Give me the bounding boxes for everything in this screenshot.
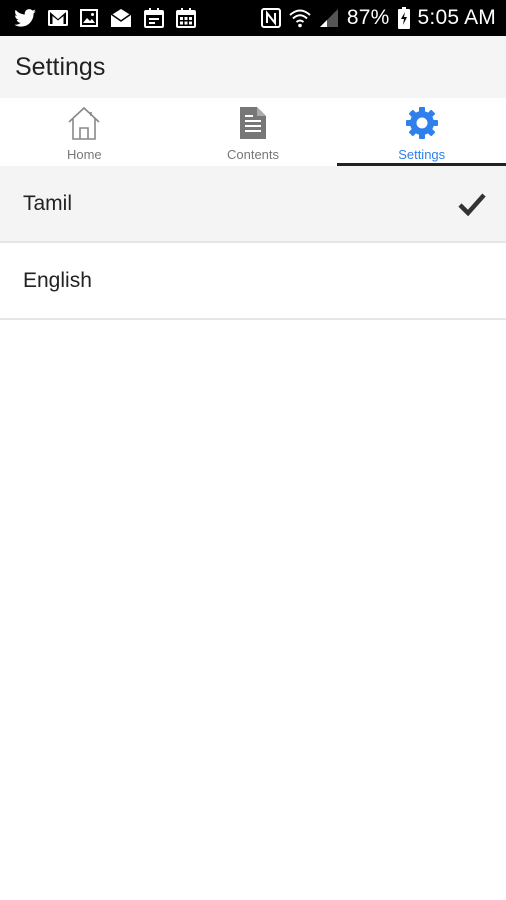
- twitter-icon: [14, 9, 36, 27]
- nfc-icon: [260, 8, 281, 28]
- language-list: Tamil English: [0, 166, 506, 320]
- list-item-label: Tamil: [23, 191, 73, 215]
- signal-icon: [319, 8, 339, 28]
- wifi-icon: [289, 8, 311, 28]
- document-icon: [238, 103, 268, 143]
- calendar-icon: [144, 8, 164, 28]
- status-system: 87% 5:05 AM: [253, 6, 496, 30]
- tab-bar: Home Contents Settings: [0, 98, 506, 166]
- tab-contents-label: Contents: [226, 147, 280, 162]
- page-title: Settings: [15, 52, 106, 81]
- tab-contents[interactable]: Contents: [169, 98, 338, 166]
- language-option-english[interactable]: English: [0, 243, 506, 320]
- gmail-icon: [48, 10, 68, 26]
- mail-icon: [110, 8, 132, 28]
- app-bar: Settings: [0, 36, 506, 98]
- gallery-icon: [80, 9, 98, 27]
- status-bar: 87% 5:05 AM: [0, 0, 506, 36]
- tab-home[interactable]: Home: [0, 98, 169, 166]
- clock: 5:05 AM: [417, 6, 496, 29]
- calendar-grid-icon: [176, 8, 196, 28]
- checkmark-icon: [458, 192, 486, 216]
- tab-settings-label: Settings: [398, 147, 446, 162]
- tab-settings[interactable]: Settings: [337, 98, 506, 166]
- tab-home-label: Home: [66, 147, 102, 162]
- gear-icon: [404, 103, 440, 143]
- home-icon: [66, 103, 102, 143]
- list-item-label: English: [23, 268, 92, 292]
- status-notifications: [14, 8, 208, 28]
- battery-percent: 87%: [346, 6, 390, 29]
- language-option-tamil[interactable]: Tamil: [0, 166, 506, 243]
- battery-charging-icon: [397, 7, 410, 29]
